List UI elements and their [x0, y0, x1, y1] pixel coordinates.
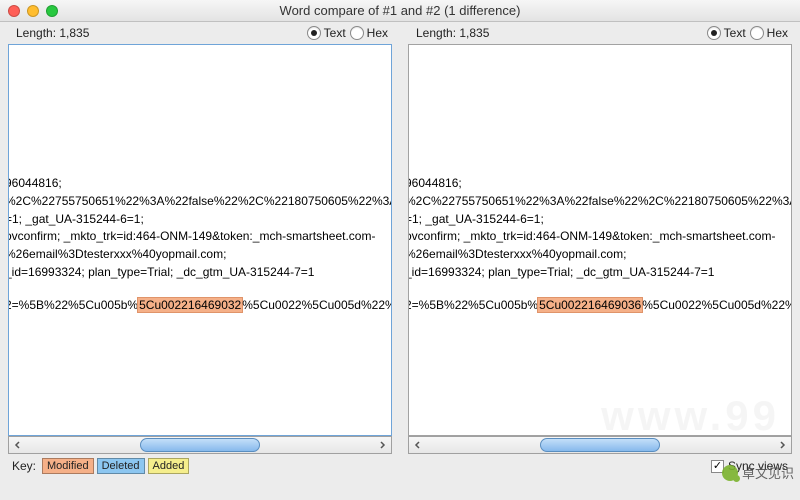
- left-panel: 96044816; %2C%22755750651%22%3A%22false%…: [0, 44, 400, 454]
- left-hscrollbar[interactable]: [8, 436, 392, 454]
- legend-added: Added: [148, 458, 190, 474]
- window-title: Word compare of #1 and #2 (1 difference): [0, 3, 800, 18]
- scroll-right-icon[interactable]: [773, 437, 791, 453]
- panels: 96044816; %2C%22755750651%22%3A%22false%…: [0, 44, 800, 454]
- right-hscrollbar[interactable]: [408, 436, 792, 454]
- scroll-right-icon[interactable]: [373, 437, 391, 453]
- footer: Key: Modified Deleted Added Sync views: [0, 454, 800, 478]
- radio-icon: [750, 26, 764, 40]
- left-mode-radios: Text Hex: [307, 26, 388, 40]
- close-button[interactable]: [8, 5, 20, 17]
- left-textarea[interactable]: 96044816; %2C%22755750651%22%3A%22false%…: [8, 44, 392, 436]
- left-text-radio[interactable]: Text: [307, 26, 346, 40]
- right-hex-radio[interactable]: Hex: [750, 26, 788, 40]
- legend-deleted: Deleted: [97, 458, 145, 474]
- zoom-button[interactable]: [46, 5, 58, 17]
- sync-views-checkbox[interactable]: Sync views: [711, 459, 788, 473]
- right-content: 96044816; %2C%22755750651%22%3A%22false%…: [408, 175, 787, 315]
- key-label: Key:: [12, 459, 36, 473]
- legend-modified: Modified: [42, 458, 94, 474]
- traffic-lights: [8, 5, 58, 17]
- left-panel-header: Length: 1,835 Text Hex: [0, 22, 400, 44]
- radio-icon: [307, 26, 321, 40]
- right-length-label: Length: 1,835: [416, 26, 707, 40]
- radio-icon: [350, 26, 364, 40]
- left-content: 96044816; %2C%22755750651%22%3A%22false%…: [8, 175, 387, 315]
- left-hex-radio[interactable]: Hex: [350, 26, 388, 40]
- checkbox-icon: [711, 460, 724, 473]
- minimize-button[interactable]: [27, 5, 39, 17]
- scroll-thumb[interactable]: [140, 438, 260, 452]
- titlebar: Word compare of #1 and #2 (1 difference): [0, 0, 800, 22]
- diff-highlight: 5Cu002216469036: [537, 297, 643, 313]
- right-panel: 96044816; %2C%22755750651%22%3A%22false%…: [400, 44, 800, 454]
- panel-header-bar: Length: 1,835 Text Hex Length: 1,835 Tex…: [0, 22, 800, 44]
- right-panel-header: Length: 1,835 Text Hex: [400, 22, 800, 44]
- right-textarea[interactable]: 96044816; %2C%22755750651%22%3A%22false%…: [408, 44, 792, 436]
- left-length-label: Length: 1,835: [16, 26, 307, 40]
- right-text-radio[interactable]: Text: [707, 26, 746, 40]
- scroll-left-icon[interactable]: [409, 437, 427, 453]
- scroll-left-icon[interactable]: [9, 437, 27, 453]
- right-mode-radios: Text Hex: [707, 26, 788, 40]
- scroll-thumb[interactable]: [540, 438, 660, 452]
- diff-highlight: 5Cu002216469032: [137, 297, 243, 313]
- radio-icon: [707, 26, 721, 40]
